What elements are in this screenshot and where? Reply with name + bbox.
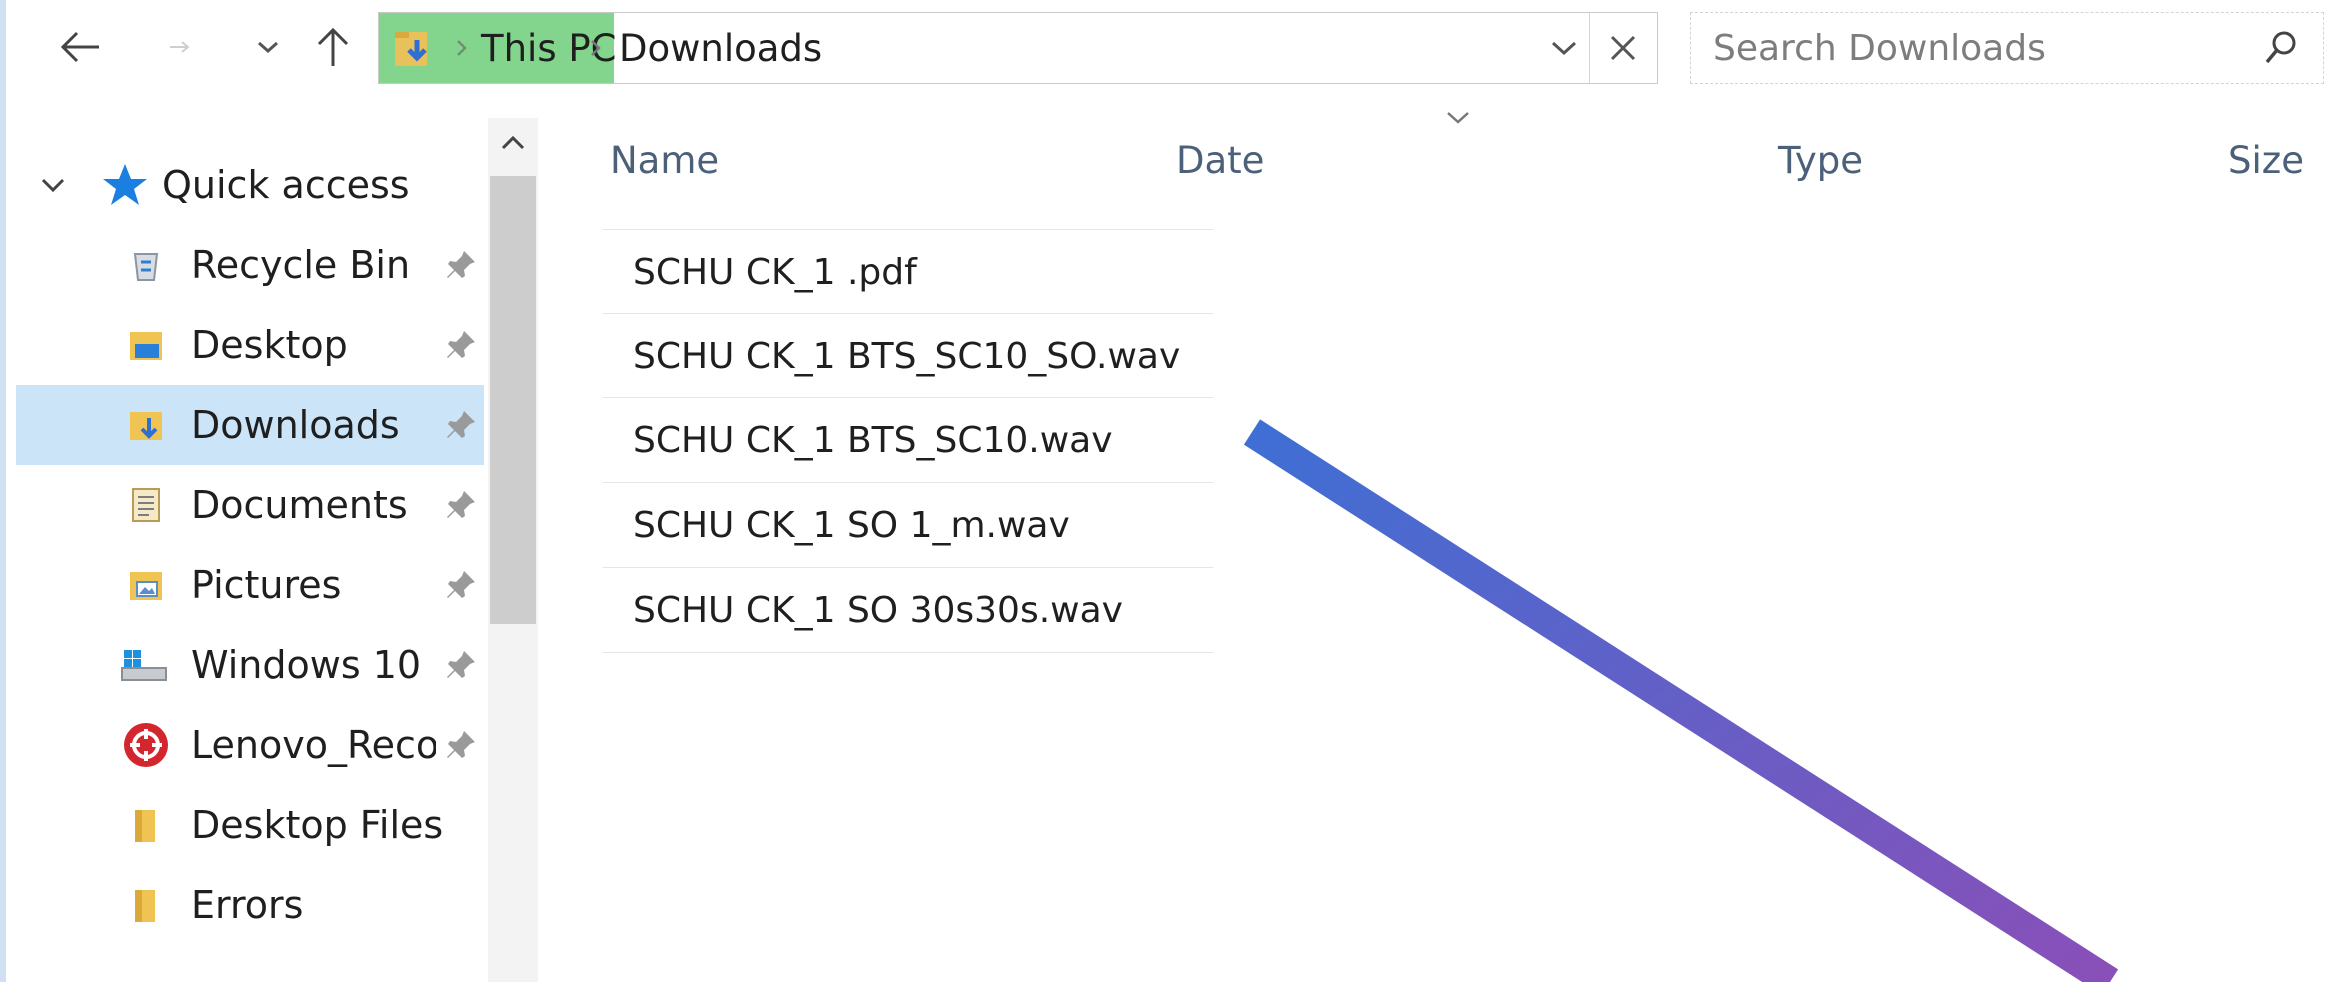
desktop-folder-icon [126,325,166,365]
nav-item-label: Windows 10 ( [191,643,436,687]
pin-icon[interactable] [441,325,481,365]
breadcrumb-separator [455,13,469,83]
nav-item-pictures[interactable]: Pictures [16,545,484,625]
forward-button[interactable] [160,12,200,82]
address-dropdown-button[interactable] [1541,13,1587,83]
column-header-date[interactable]: Date [1176,130,1264,190]
pictures-folder-icon [126,565,166,605]
sort-descending-icon [1443,108,1473,128]
search-input[interactable] [1713,13,2233,83]
scroll-up-button[interactable] [488,118,538,168]
pin-icon[interactable] [441,645,481,685]
up-button[interactable] [308,12,358,82]
lenovo-recovery-icon [122,721,170,769]
scroll-thumb[interactable] [490,176,536,624]
nav-item-label: Desktop Files [191,803,444,847]
nav-item-label: Recycle Bin [191,243,411,287]
recent-locations-button[interactable] [250,12,286,82]
back-arrow-icon [60,31,99,63]
search-icon[interactable] [2261,28,2301,68]
pin-icon[interactable] [441,245,481,285]
nav-item-desktop[interactable]: Desktop [16,305,484,385]
recycle-bin-icon [126,245,166,285]
nav-quick-access[interactable]: Quick access [16,145,484,225]
nav-item-errors[interactable]: Errors [16,865,484,945]
pin-icon[interactable] [441,565,481,605]
file-row[interactable]: SCHU CK_1 SO 1_m.wav [603,482,1213,567]
column-header-name[interactable]: Name [610,130,719,190]
pin-icon[interactable] [441,725,481,765]
back-button[interactable] [50,12,110,82]
column-header-size[interactable]: Size [2228,130,2304,190]
expand-chevron-icon[interactable] [38,170,68,200]
breadcrumb-downloads[interactable]: Downloads [619,13,822,83]
nav-item-downloads[interactable]: Downloads [16,385,484,465]
file-row[interactable]: SCHU CK_1 BTS_SC10_SO.wav [603,313,1213,398]
downloads-folder-icon [126,405,166,445]
file-name: SCHU CK_1 BTS_SC10_SO.wav [633,335,1181,377]
file-name: SCHU CK_1 SO 30s30s.wav [633,589,1123,631]
nav-item-lenovo-recovery[interactable]: Lenovo_Reco [16,705,484,785]
file-row[interactable]: SCHU CK_1 BTS_SC10.wav [603,397,1213,482]
search-box[interactable] [1690,12,2324,84]
drive-icon [120,645,172,685]
nav-section-label: Quick access [162,163,410,207]
nav-item-label: Downloads [191,403,400,447]
nav-item-desktop-files[interactable]: Desktop Files [16,785,484,865]
folder-icon [126,805,166,845]
file-row[interactable]: SCHU CK_1 .pdf [603,229,1213,314]
chevron-up-icon [501,135,525,150]
nav-item-label: Documents [191,483,408,527]
file-explorer-window: This PC Downloads Search Downloads Quick… [0,0,2330,982]
file-name: SCHU CK_1 SO 1_m.wav [633,504,1070,546]
breadcrumb-separator [589,13,603,83]
pin-icon[interactable] [441,485,481,525]
file-name: SCHU CK_1 .pdf [633,251,917,293]
nav-item-windows-drive[interactable]: Windows 10 ( [16,625,484,705]
nav-item-label: Lenovo_Reco [191,723,436,767]
file-name: SCHU CK_1 BTS_SC10.wav [633,419,1113,461]
address-divider [1589,13,1590,83]
chevron-down-icon [258,41,278,54]
chevron-down-icon [1551,41,1577,56]
folder-icon [126,885,166,925]
nav-item-recycle-bin[interactable]: Recycle Bin [16,225,484,305]
navigation-pane: Quick access Recycle Bin Desktop Downloa… [16,135,486,982]
nav-item-label: Pictures [191,563,342,607]
up-arrow-icon [317,27,349,66]
nav-item-label: Errors [191,883,304,927]
close-icon [1610,35,1636,61]
clear-address-button[interactable] [1594,13,1652,83]
window-border [0,0,6,982]
forward-arrow-icon [170,41,190,53]
column-header-type[interactable]: Type [1778,130,1863,190]
star-icon [101,161,149,209]
file-row[interactable]: SCHU CK_1 SO 30s30s.wav [603,567,1213,653]
documents-icon [126,485,166,525]
pin-icon[interactable] [441,405,481,445]
nav-scrollbar[interactable] [488,118,538,982]
nav-item-label: Desktop [191,323,348,367]
nav-item-documents[interactable]: Documents [16,465,484,545]
downloads-location-icon [393,26,437,70]
address-bar[interactable]: This PC Downloads [378,12,1658,84]
